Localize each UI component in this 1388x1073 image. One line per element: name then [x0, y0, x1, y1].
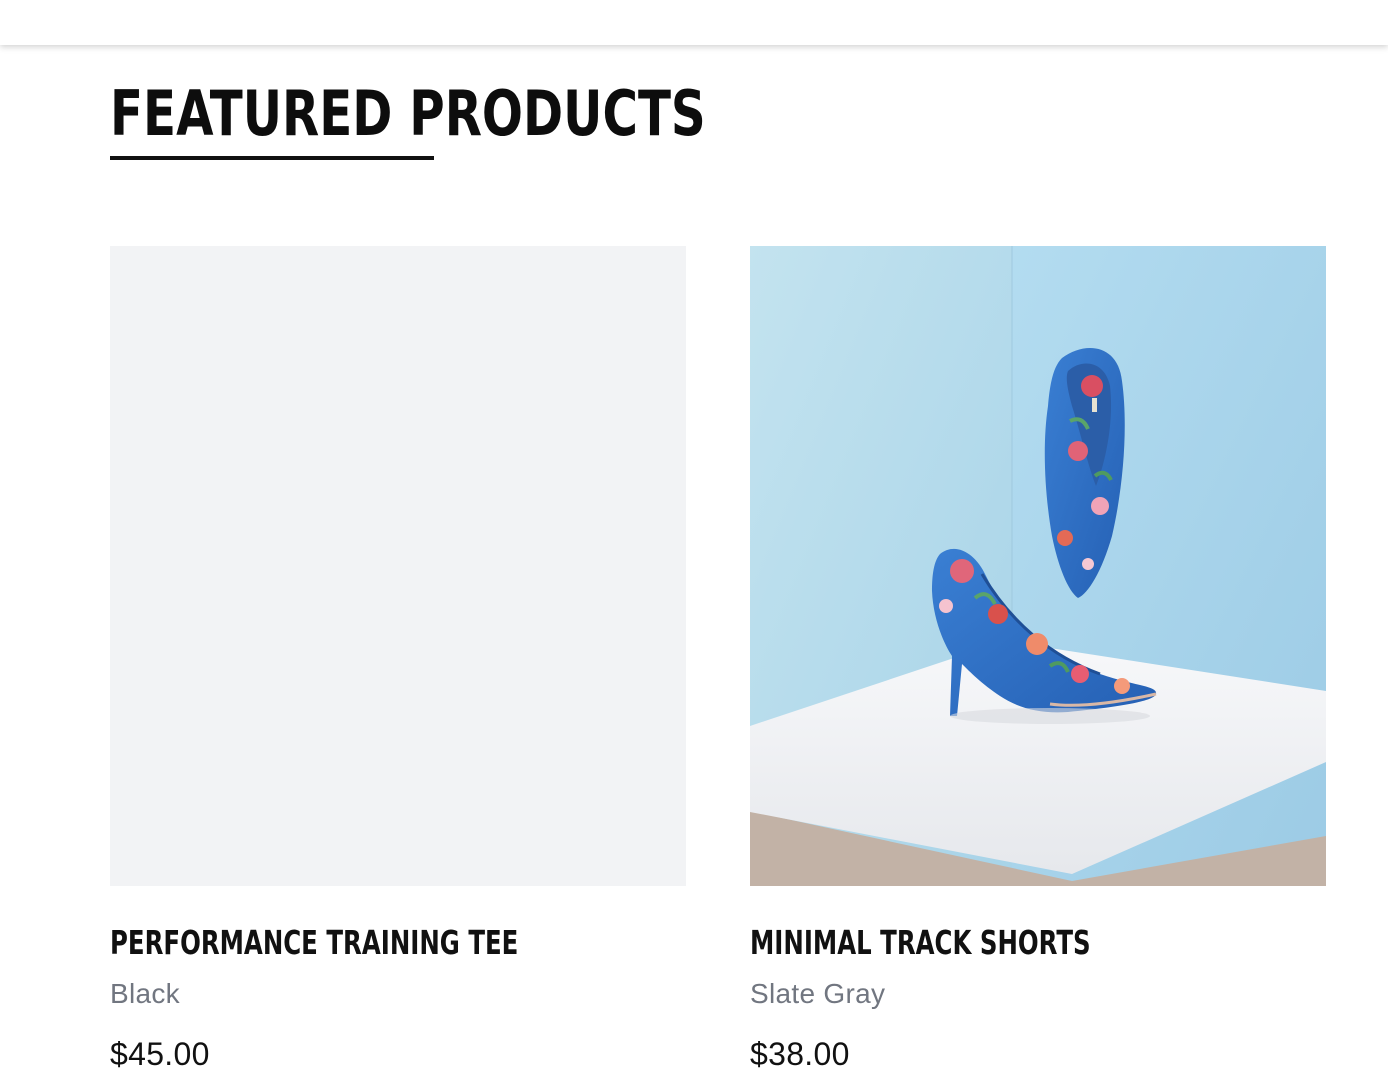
top-navigation-bar — [0, 0, 1388, 45]
product-card[interactable]: MINIMAL TRACK SHORTS Slate Gray $38.00 — [750, 246, 1326, 1072]
section-heading: FEATURED PRODUCTS — [110, 77, 706, 150]
product-title[interactable]: PERFORMANCE TRAINING TEE — [110, 922, 518, 964]
product-title[interactable]: MINIMAL TRACK SHORTS — [750, 922, 1091, 964]
product-color: Black — [110, 978, 180, 1009]
product-image-placeholder[interactable] — [110, 246, 686, 886]
product-card[interactable]: PERFORMANCE TRAINING TEE Black $45.00 — [110, 246, 686, 1072]
heading-underline — [110, 156, 434, 160]
product-color: Slate Gray — [750, 978, 886, 1009]
featured-products-section: FEATURED PRODUCTS PERFORMANCE TRAINING T… — [110, 0, 1326, 1072]
floral-heels-photo — [750, 246, 1326, 886]
product-price: $38.00 — [750, 1036, 850, 1072]
product-price: $45.00 — [110, 1036, 210, 1072]
product-image[interactable] — [750, 246, 1326, 886]
